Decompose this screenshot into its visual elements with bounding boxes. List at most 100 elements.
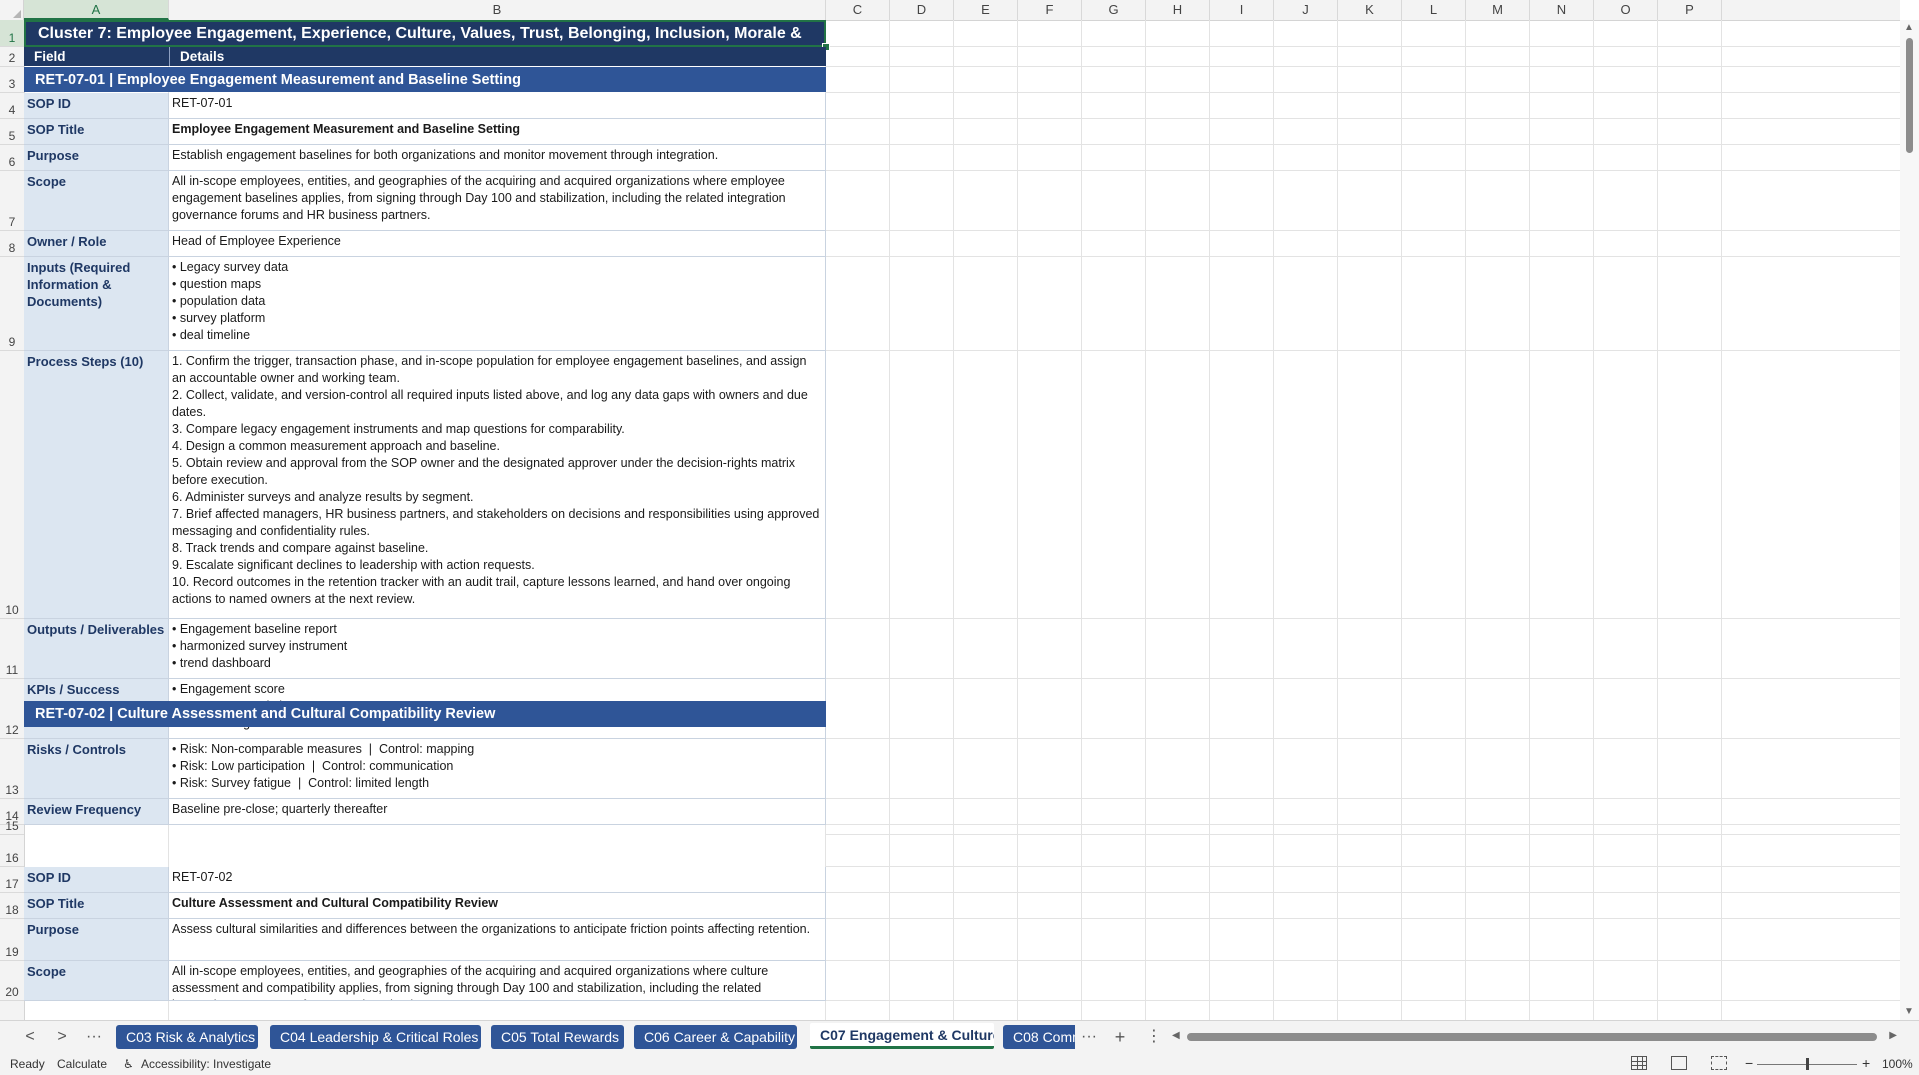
more-sheets-right-icon[interactable]: ···: [1077, 1027, 1101, 1047]
scroll-left-icon[interactable]: ◀: [1172, 1030, 1180, 1041]
field-value-scope[interactable]: All in-scope employees, entities, and ge…: [169, 961, 826, 1001]
horizontal-scroll-thumb[interactable]: [1187, 1033, 1877, 1041]
column-header-h[interactable]: H: [1146, 0, 1210, 20]
field-label-purpose[interactable]: Purpose: [24, 145, 169, 171]
scroll-down-icon[interactable]: ▼: [1904, 1006, 1914, 1017]
row-header-1[interactable]: 1: [0, 20, 24, 47]
field-value-sop-title[interactable]: Employee Engagement Measurement and Base…: [169, 119, 826, 145]
row-header-12[interactable]: 12: [0, 679, 24, 739]
field-value-process-steps-10[interactable]: 1. Confirm the trigger, transaction phas…: [169, 351, 826, 619]
add-sheet-icon[interactable]: +: [1108, 1027, 1132, 1047]
row-header-3[interactable]: 3: [0, 67, 24, 93]
field-label-inputs-required-information-documents[interactable]: Inputs (Required Information & Documents…: [24, 257, 169, 351]
vertical-scrollbar[interactable]: ▲ ▼: [1900, 20, 1919, 1020]
page-break-preview-icon[interactable]: [1711, 1056, 1727, 1070]
field-label-sop-id[interactable]: SOP ID: [24, 867, 169, 893]
row-header-20[interactable]: 20: [0, 961, 24, 1001]
tab-c06-career-capability[interactable]: C06 Career & Capability: [634, 1025, 797, 1049]
status-accessibility[interactable]: Accessibility: Investigate: [141, 1057, 271, 1071]
status-calculate[interactable]: Calculate: [57, 1057, 107, 1071]
accessibility-icon[interactable]: ♿: [123, 1057, 134, 1071]
column-header-l[interactable]: L: [1402, 0, 1466, 20]
field-label-owner-role[interactable]: Owner / Role: [24, 231, 169, 257]
field-value-scope[interactable]: All in-scope employees, entities, and ge…: [169, 171, 826, 231]
tab-c03-risk-analytics[interactable]: C03 Risk & Analytics: [116, 1025, 258, 1049]
field-value-review-frequency[interactable]: Baseline pre-close; quarterly thereafter: [169, 799, 826, 825]
field-label-sop-title[interactable]: SOP Title: [24, 893, 169, 919]
column-header-k[interactable]: K: [1338, 0, 1402, 20]
sop-band-ret-07-01[interactable]: RET-07-01 | Employee Engagement Measurem…: [24, 67, 826, 92]
column-header-d[interactable]: D: [890, 0, 954, 20]
tab-c04-leadership[interactable]: C04 Leadership & Critical Roles: [270, 1025, 481, 1049]
scroll-right-icon[interactable]: ▶: [1889, 1030, 1897, 1041]
column-header-n[interactable]: N: [1530, 0, 1594, 20]
row-header-15[interactable]: 15: [0, 819, 24, 835]
row-header-13[interactable]: 13: [0, 739, 24, 799]
field-label-process-steps-10[interactable]: Process Steps (10): [24, 351, 169, 619]
more-sheets-left-icon[interactable]: ···: [82, 1027, 106, 1047]
field-value-sop-id[interactable]: RET-07-02: [169, 867, 826, 893]
row-header-8[interactable]: 8: [0, 231, 24, 257]
next-sheet-icon[interactable]: >: [50, 1027, 74, 1047]
select-all-corner[interactable]: [0, 0, 24, 20]
zoom-slider-knob[interactable]: [1806, 1058, 1809, 1070]
row-header-9[interactable]: 9: [0, 257, 24, 351]
field-label-scope[interactable]: Scope: [24, 171, 169, 231]
header-field-cell[interactable]: Field: [24, 47, 169, 66]
row-header-18[interactable]: 18: [0, 893, 24, 919]
row-header-11[interactable]: 11: [0, 619, 24, 679]
tab-c07-engagement-culture[interactable]: C07 Engagement & Culture: [810, 1023, 994, 1049]
column-header-p[interactable]: P: [1658, 0, 1722, 20]
field-value-inputs-required-information-documents[interactable]: • Legacy survey data • question maps • p…: [169, 257, 826, 351]
field-value-outputs-deliverables[interactable]: • Engagement baseline report • harmonize…: [169, 619, 826, 679]
column-header-f[interactable]: F: [1018, 0, 1082, 20]
header-details-cell[interactable]: Details: [169, 47, 826, 66]
field-label-scope[interactable]: Scope: [24, 961, 169, 1001]
field-value-purpose[interactable]: Establish engagement baselines for both …: [169, 145, 826, 171]
field-value-sop-id[interactable]: RET-07-01: [169, 93, 826, 119]
zoom-in-icon[interactable]: +: [1862, 1055, 1870, 1071]
field-label-sop-title[interactable]: SOP Title: [24, 119, 169, 145]
field-value-sop-title[interactable]: Culture Assessment and Cultural Compatib…: [169, 893, 826, 919]
prev-sheet-icon[interactable]: <: [18, 1027, 42, 1047]
zoom-level[interactable]: 100%: [1882, 1057, 1913, 1071]
field-value-owner-role[interactable]: Head of Employee Experience: [169, 231, 826, 257]
normal-view-icon[interactable]: [1631, 1056, 1647, 1070]
field-value-purpose[interactable]: Assess cultural similarities and differe…: [169, 919, 826, 961]
column-header-c[interactable]: C: [826, 0, 890, 20]
column-header-m[interactable]: M: [1466, 0, 1530, 20]
row-header-2[interactable]: 2: [0, 47, 24, 67]
field-label-outputs-deliverables[interactable]: Outputs / Deliverables: [24, 619, 169, 679]
field-label-sop-id[interactable]: SOP ID: [24, 93, 169, 119]
tab-c05-total-rewards[interactable]: C05 Total Rewards: [491, 1025, 624, 1049]
scroll-up-icon[interactable]: ▲: [1904, 22, 1914, 33]
row-header-10[interactable]: 10: [0, 351, 24, 619]
field-value-risks-controls[interactable]: • Risk: Non-comparable measures | Contro…: [169, 739, 826, 799]
column-header-g[interactable]: G: [1082, 0, 1146, 20]
column-header-a[interactable]: A: [24, 0, 169, 20]
field-label-risks-controls[interactable]: Risks / Controls: [24, 739, 169, 799]
column-header-e[interactable]: E: [954, 0, 1018, 20]
zoom-out-icon[interactable]: −: [1745, 1055, 1753, 1071]
vertical-scroll-thumb[interactable]: [1906, 38, 1913, 153]
column-header-b[interactable]: B: [169, 0, 826, 20]
row-header-7[interactable]: 7: [0, 171, 24, 231]
column-header-i[interactable]: I: [1210, 0, 1274, 20]
field-label-purpose[interactable]: Purpose: [24, 919, 169, 961]
cluster-title-cell[interactable]: Cluster 7: Employee Engagement, Experien…: [24, 20, 826, 47]
row-header-19[interactable]: 19: [0, 919, 24, 961]
column-header-o[interactable]: O: [1594, 0, 1658, 20]
column-header-j[interactable]: J: [1274, 0, 1338, 20]
row-header-6[interactable]: 6: [0, 145, 24, 171]
row-header-16[interactable]: 16: [0, 835, 24, 867]
tab-c08-comm[interactable]: C08 Comm: [1003, 1025, 1075, 1049]
sop-band-ret-07-02[interactable]: RET-07-02 | Culture Assessment and Cultu…: [24, 701, 826, 727]
row-header-5[interactable]: 5: [0, 119, 24, 145]
sheet-options-icon[interactable]: ⋮: [1142, 1027, 1166, 1047]
page-layout-view-icon[interactable]: [1671, 1056, 1687, 1070]
field-label-review-frequency[interactable]: Review Frequency: [24, 799, 169, 825]
worksheet-grid[interactable]: Cluster 7: Employee Engagement, Experien…: [24, 20, 1900, 1020]
horizontal-scrollbar[interactable]: ◀ ▶: [1172, 1030, 1897, 1044]
row-header-4[interactable]: 4: [0, 93, 24, 119]
row-header-17[interactable]: 17: [0, 867, 24, 893]
